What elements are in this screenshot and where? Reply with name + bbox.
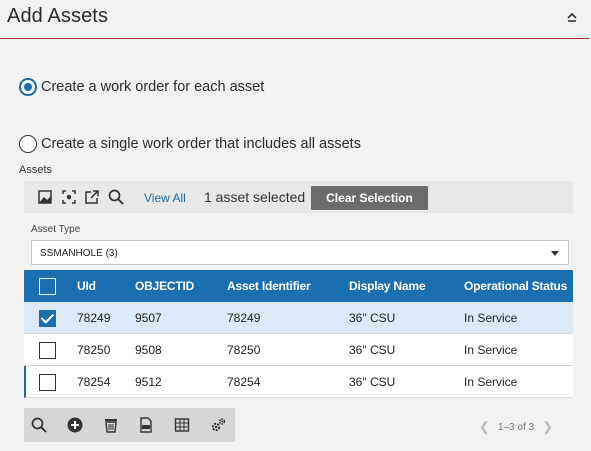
cell-asset-identifier: 78254 xyxy=(227,375,261,389)
cell-uid: 78254 xyxy=(77,375,111,389)
add-icon[interactable] xyxy=(67,417,83,433)
settings-gears-icon[interactable] xyxy=(210,417,226,433)
assets-grid: UId OBJECTID Asset Identifier Display Na… xyxy=(24,270,573,398)
cell-operational-status: In Service xyxy=(464,343,518,357)
column-header-operational-status[interactable]: Operational Status xyxy=(464,279,567,293)
cell-asset-identifier: 78250 xyxy=(227,343,261,357)
column-header-display-name[interactable]: Display Name xyxy=(349,279,426,293)
grid-tools xyxy=(24,408,235,442)
add-assets-panel: Add Assets Create a work order for each … xyxy=(0,0,591,451)
cell-display-name: 36" CSU xyxy=(349,375,396,389)
table-row[interactable]: 78250 9508 78250 36" CSU In Service xyxy=(24,334,573,366)
delete-icon[interactable] xyxy=(103,417,119,433)
column-header-objectid[interactable]: OBJECTID xyxy=(135,279,194,293)
chevron-left-icon[interactable]: ❮ xyxy=(479,419,490,435)
column-header-asset-identifier[interactable]: Asset Identifier xyxy=(227,279,311,293)
selection-count: 1 asset selected xyxy=(204,189,306,205)
chevron-down-icon xyxy=(551,251,559,256)
cell-asset-identifier: 78249 xyxy=(227,311,261,325)
cell-objectid: 9508 xyxy=(135,343,162,357)
export-csv-icon[interactable] xyxy=(138,417,154,433)
cell-objectid: 9512 xyxy=(135,375,162,389)
cell-display-name: 36" CSU xyxy=(349,311,396,325)
table-row[interactable]: 78249 9507 78249 36" CSU In Service xyxy=(24,302,573,334)
panel-header: Add Assets xyxy=(0,0,589,39)
table-row[interactable]: 78254 9512 78254 36" CSU In Service xyxy=(24,366,573,398)
option-each-asset-label: Create a work order for each asset xyxy=(41,79,265,95)
assets-toolbar: View All 1 asset selected Clear Selectio… xyxy=(24,181,573,213)
search-icon[interactable] xyxy=(108,189,124,205)
cell-operational-status: In Service xyxy=(464,375,518,389)
option-single-order-label: Create a single work order that includes… xyxy=(41,136,361,152)
search-icon[interactable] xyxy=(31,417,47,433)
column-header-uid[interactable]: UId xyxy=(77,279,96,293)
cell-uid: 78249 xyxy=(77,311,111,325)
option-each-asset[interactable]: Create a work order for each asset xyxy=(19,78,264,96)
open-external-icon[interactable] xyxy=(85,190,99,204)
radio-each-asset[interactable] xyxy=(19,78,37,96)
table-icon[interactable] xyxy=(174,417,190,433)
grid-header: UId OBJECTID Asset Identifier Display Na… xyxy=(24,270,573,302)
panel-title: Add Assets xyxy=(7,5,109,27)
asset-type-select[interactable]: SSMANHOLE (3) xyxy=(31,240,569,265)
row-checkbox[interactable] xyxy=(39,374,56,391)
asset-type-value: SSMANHOLE (3) xyxy=(40,248,118,259)
radio-single-order[interactable] xyxy=(19,135,37,153)
zoom-to-selection-icon[interactable] xyxy=(62,190,76,204)
asset-type-label: Asset Type xyxy=(31,224,81,235)
chevron-right-icon[interactable]: ❯ xyxy=(542,419,553,435)
row-checkbox[interactable] xyxy=(39,342,56,359)
grid-footer: ❮ 1–3 of 3 ❯ xyxy=(24,408,573,442)
pager: ❮ 1–3 of 3 ❯ xyxy=(471,419,561,435)
cell-objectid: 9507 xyxy=(135,311,162,325)
select-all-checkbox[interactable] xyxy=(39,278,56,295)
page-range: 1–3 of 3 xyxy=(497,421,535,433)
cell-uid: 78250 xyxy=(77,343,111,357)
option-single-order[interactable]: Create a single work order that includes… xyxy=(19,135,361,153)
clear-selection-button[interactable]: Clear Selection xyxy=(311,186,428,210)
view-all-link[interactable]: View All xyxy=(144,191,186,205)
cell-operational-status: In Service xyxy=(464,311,518,325)
map-view-icon[interactable] xyxy=(38,190,52,204)
row-checkbox[interactable] xyxy=(39,310,56,327)
assets-label: Assets xyxy=(19,164,53,176)
cell-display-name: 36" CSU xyxy=(349,343,396,357)
collapse-icon[interactable] xyxy=(565,10,579,24)
